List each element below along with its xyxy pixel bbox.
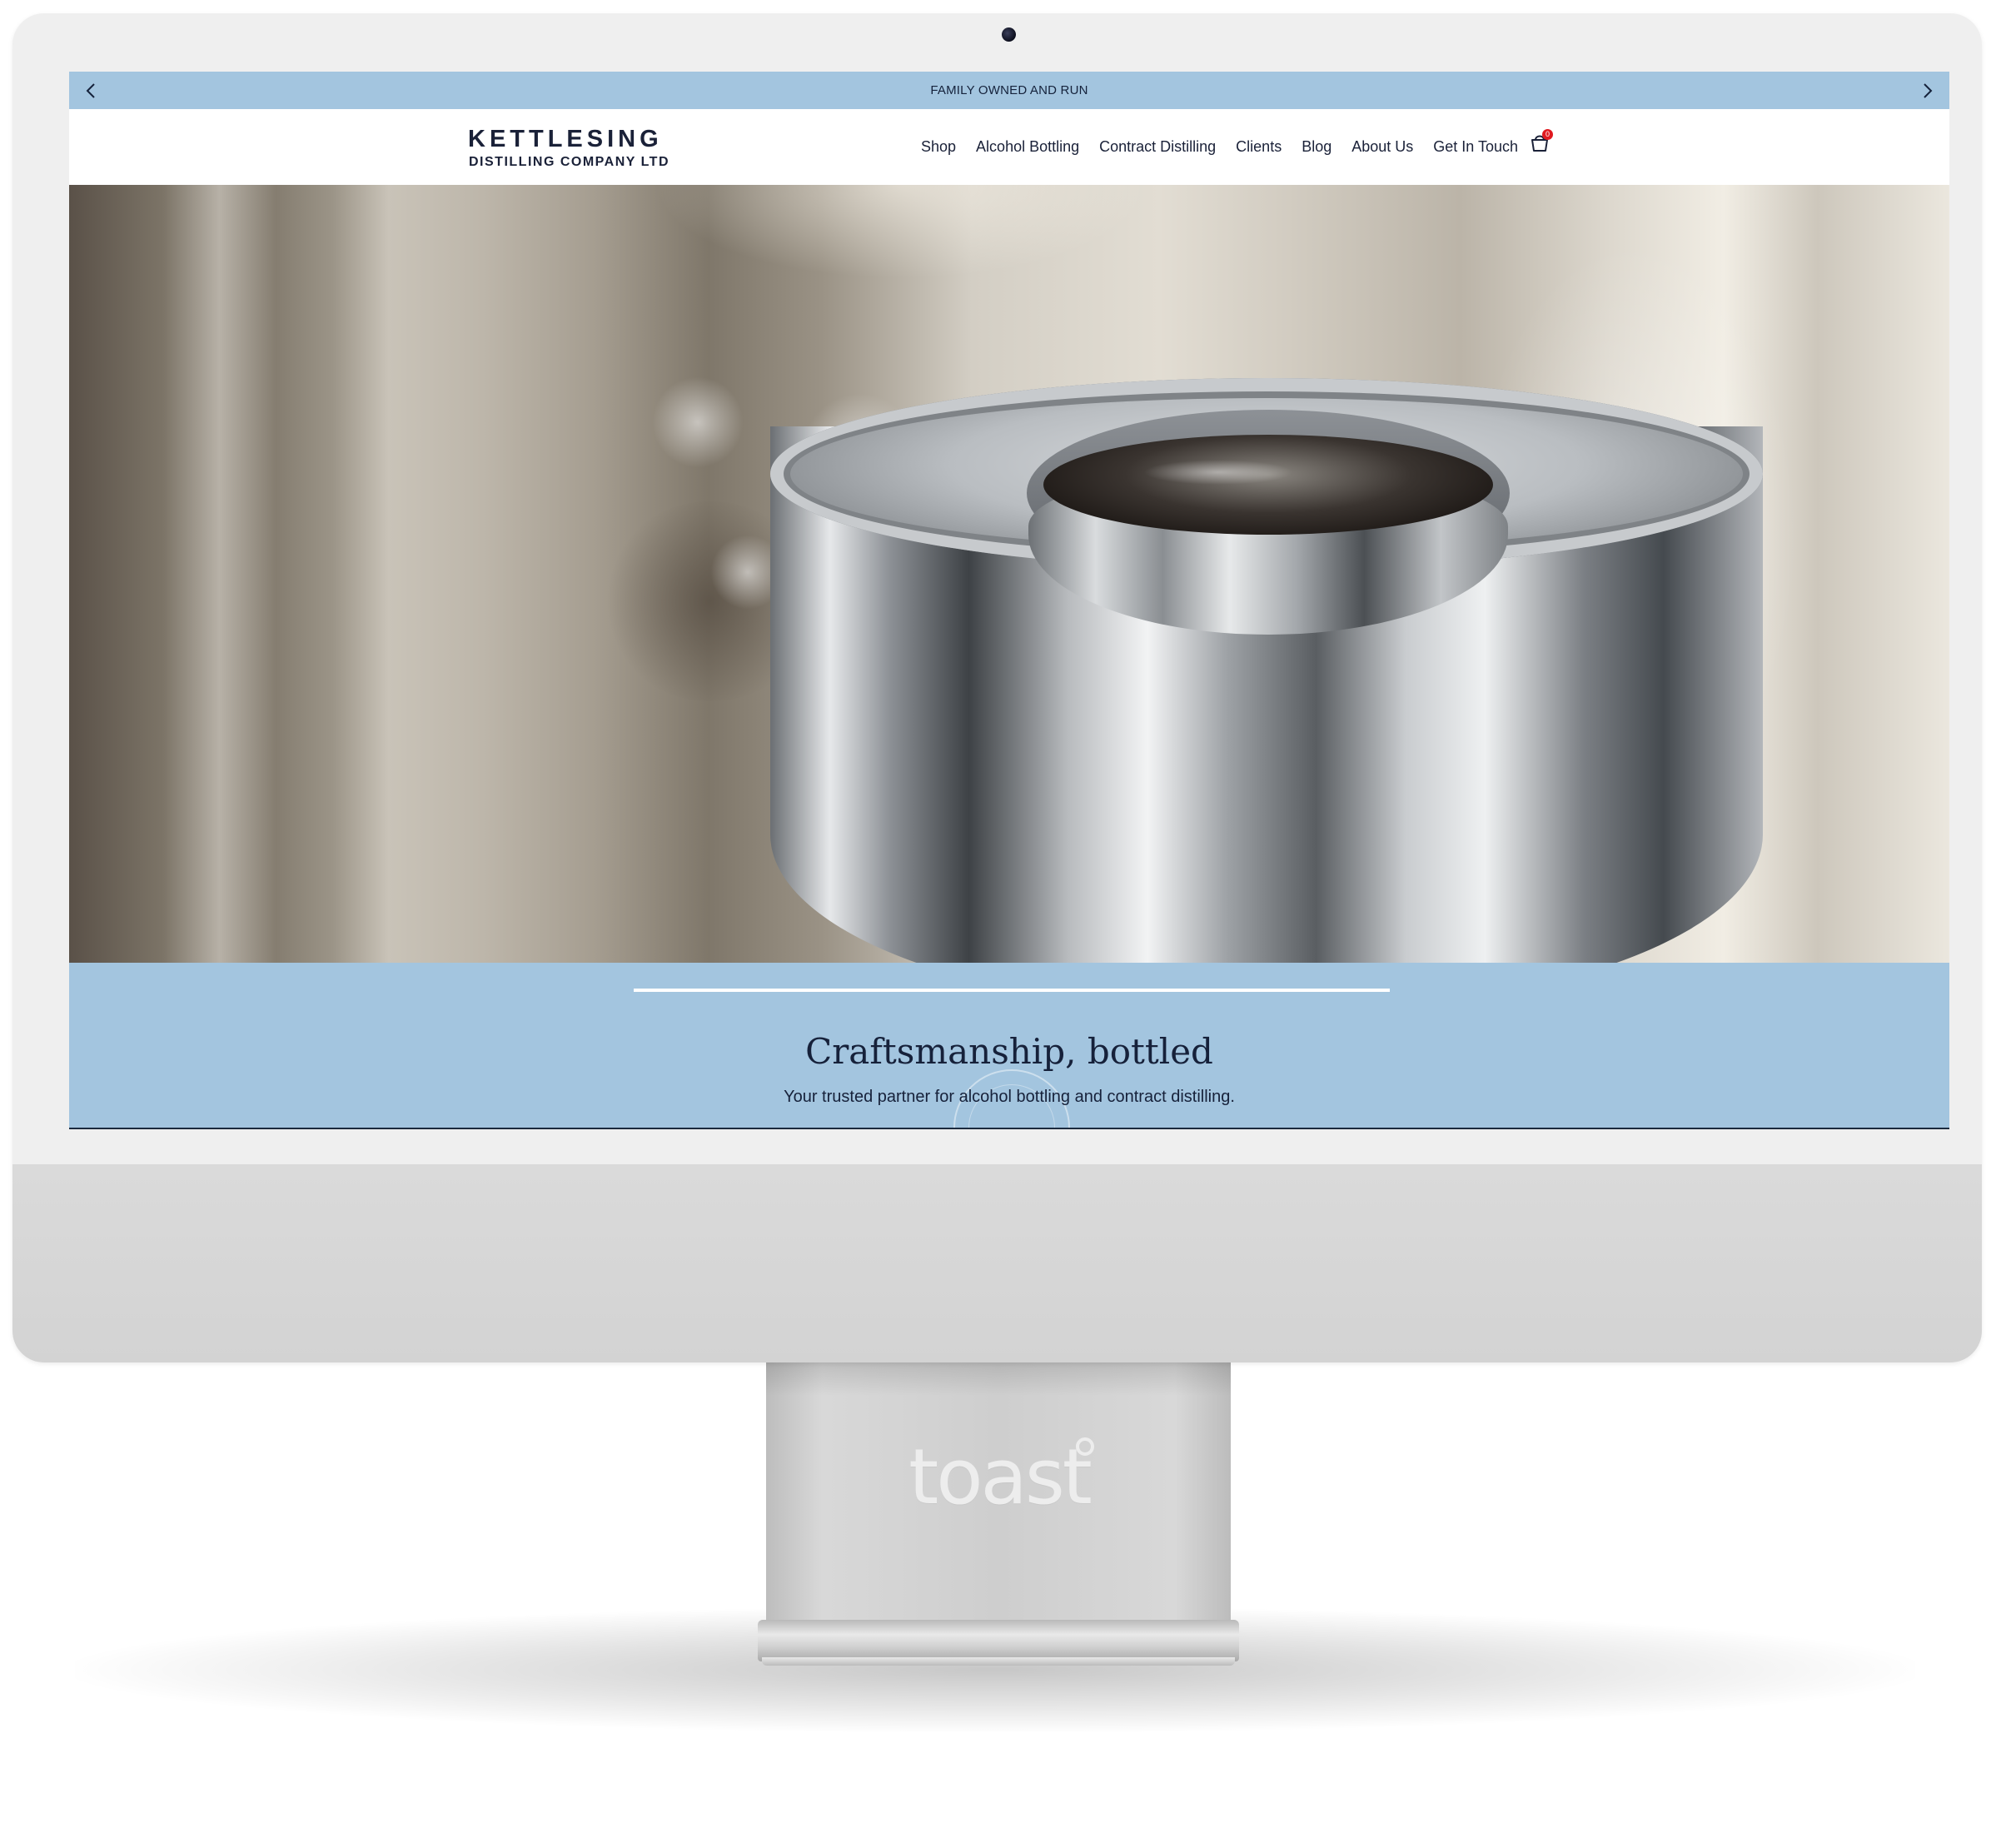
- nav-item-about-us[interactable]: About Us: [1351, 138, 1413, 156]
- hero-image: [69, 185, 1949, 963]
- intro-heading: Craftsmanship, bottled: [805, 1031, 1213, 1072]
- intro-section: Craftsmanship, bottled Your trusted part…: [69, 963, 1949, 1128]
- monitor-stand-foot-edge: [762, 1657, 1235, 1666]
- steel-funnel-disc: [1043, 435, 1493, 535]
- brand-logo-subtitle[interactable]: DISTILLING COMPANY LTD: [469, 155, 669, 170]
- monitor: FAMILY OWNED AND RUN KETTLESING DISTILLI…: [12, 13, 1982, 1362]
- nav-item-alcohol-bottling[interactable]: Alcohol Bottling: [976, 138, 1079, 156]
- announcement-prev-button[interactable]: [79, 79, 102, 102]
- toast-logo-mark: [1076, 1437, 1094, 1456]
- monitor-chin: [12, 1164, 1982, 1362]
- nav-item-get-in-touch[interactable]: Get In Touch: [1433, 138, 1518, 156]
- monitor-stand-shade: [766, 1362, 1231, 1396]
- toast-logo: toast: [908, 1432, 1093, 1522]
- announcement-text: FAMILY OWNED AND RUN: [930, 83, 1088, 97]
- announcement-bar: FAMILY OWNED AND RUN: [69, 72, 1949, 109]
- announcement-next-button[interactable]: [1916, 79, 1939, 102]
- brand-logo-name[interactable]: KETTLESING: [468, 126, 663, 153]
- monitor-stand-foot: [758, 1620, 1239, 1661]
- nav-item-shop[interactable]: Shop: [921, 138, 956, 156]
- camera-icon: [1002, 27, 1016, 42]
- steel-funnel-shine: [1143, 460, 1293, 485]
- main-nav: Shop Alcohol Bottling Contract Distillin…: [921, 138, 1518, 156]
- hero-bokeh: [652, 376, 744, 468]
- cart-count-badge: 0: [1542, 129, 1553, 140]
- website-screen: FAMILY OWNED AND RUN KETTLESING DISTILLI…: [69, 72, 1949, 1129]
- nav-item-clients[interactable]: Clients: [1236, 138, 1282, 156]
- divider: [634, 989, 1390, 992]
- chevron-left-icon: [86, 82, 95, 98]
- chevron-right-icon: [1923, 82, 1932, 98]
- nav-item-contract-distilling[interactable]: Contract Distilling: [1099, 138, 1216, 156]
- site-header: KETTLESING DISTILLING COMPANY LTD Shop A…: [69, 109, 1949, 185]
- screen-bottom-edge: [69, 1128, 1949, 1129]
- nav-item-blog[interactable]: Blog: [1302, 138, 1331, 156]
- intro-subheading: Your trusted partner for alcohol bottlin…: [784, 1088, 1235, 1106]
